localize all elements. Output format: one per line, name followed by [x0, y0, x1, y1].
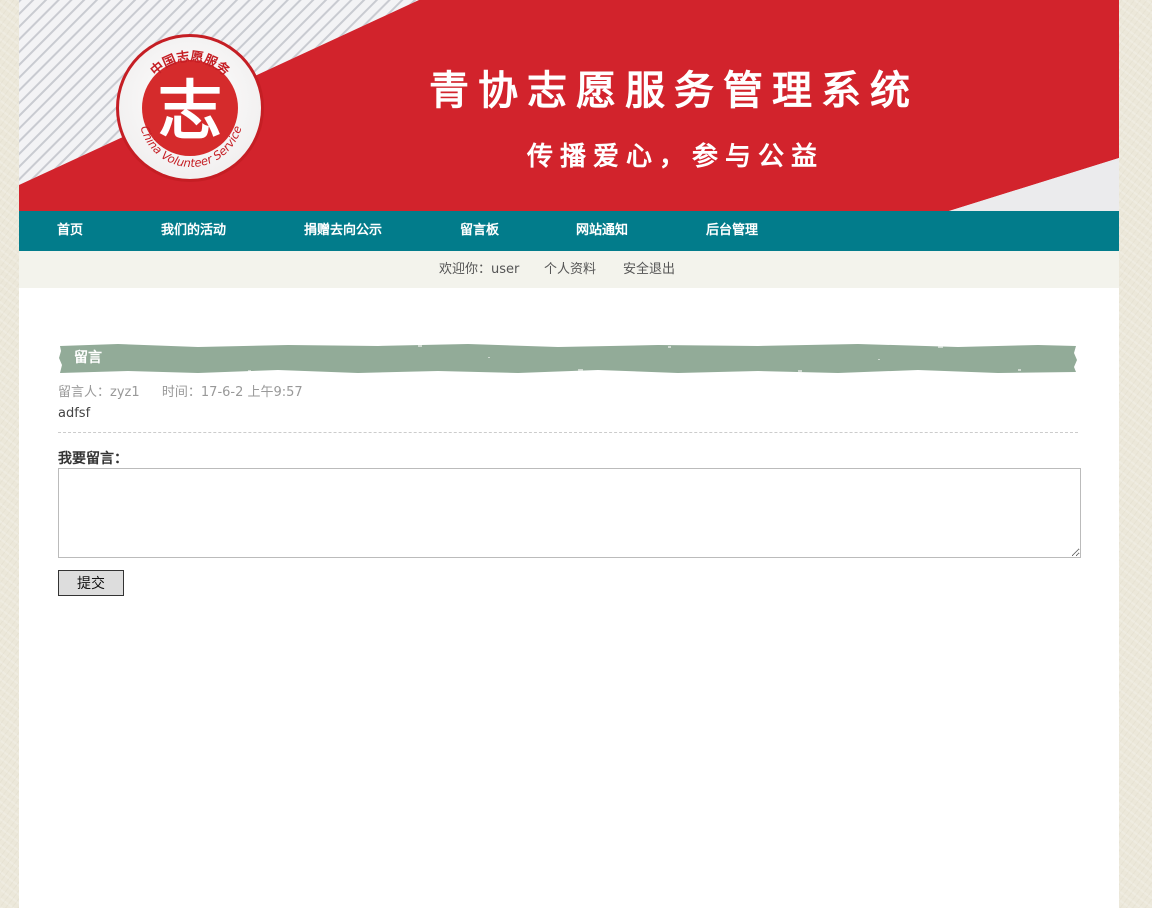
message-author: 留言人：zyz1 [58, 385, 140, 400]
message-input[interactable] [58, 468, 1081, 558]
message-meta: 留言人：zyz1 时间：17-6-2 上午9:57 [58, 381, 303, 400]
section-header: 留言 [58, 343, 1078, 374]
volunteer-logo: 中国志愿服务 China Volunteer Service 志 [116, 34, 264, 182]
message-content: adfsf [58, 406, 91, 421]
nav-item-donation-disclosure[interactable]: 捐赠去向公示 [304, 211, 382, 251]
profile-link[interactable]: 个人资料 [544, 251, 596, 288]
site-title: 青协志愿服务管理系统 [429, 68, 919, 114]
nav-item-activities[interactable]: 我们的活动 [161, 211, 226, 251]
nav-item-home[interactable]: 首页 [57, 211, 83, 251]
nav-item-message-board[interactable]: 留言板 [460, 211, 499, 251]
nav-item-admin[interactable]: 后台管理 [706, 211, 758, 251]
nav-item-notices[interactable]: 网站通知 [576, 211, 628, 251]
welcome-text: 欢迎你：user [439, 262, 520, 277]
user-bar: 欢迎你：user 个人资料 安全退出 [19, 251, 1119, 288]
logo-glyph: 志 [158, 74, 222, 149]
site-banner: 中国志愿服务 China Volunteer Service 志 青协志愿服务管… [19, 0, 1119, 211]
main-nav: 首页 我们的活动 捐赠去向公示 留言板 网站通知 后台管理 [19, 211, 1119, 251]
section-title: 留言 [74, 350, 102, 366]
dashed-divider [58, 432, 1078, 433]
message-time: 时间：17-6-2 上午9:57 [161, 385, 303, 400]
logout-link[interactable]: 安全退出 [623, 251, 675, 288]
submit-button[interactable]: 提交 [58, 570, 124, 596]
message-form-label: 我要留言： [58, 451, 128, 467]
brush-stroke-background [59, 344, 1077, 373]
site-slogan: 传播爱心，参与公益 [527, 142, 825, 172]
page-container: 中国志愿服务 China Volunteer Service 志 青协志愿服务管… [19, 0, 1119, 908]
